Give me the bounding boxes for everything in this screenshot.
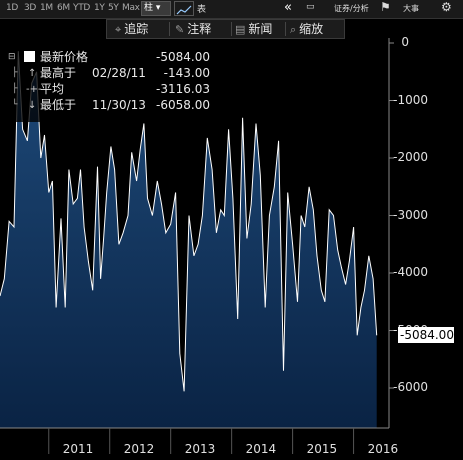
y-tick-label: -1000 bbox=[393, 92, 428, 107]
high-label: 最高于 bbox=[40, 66, 77, 80]
legend-row-average: ├ -+- 平均 -3116.03 bbox=[8, 82, 212, 97]
legend-row-high: ├ ↑ 最高于 02/28/11 -143.00 bbox=[8, 66, 212, 81]
high-marker-icon: ↑ bbox=[28, 68, 37, 79]
x-tick-label: 2014 bbox=[245, 442, 277, 456]
average-label: 平均 bbox=[40, 82, 65, 96]
low-label: 最低于 bbox=[40, 98, 77, 112]
low-date: 11/30/13 bbox=[92, 98, 146, 112]
y-tick-label: -2000 bbox=[393, 150, 428, 164]
tree-connector-icon: ├ bbox=[12, 68, 18, 78]
y-tick-label: -3000 bbox=[393, 207, 428, 222]
legend-row-last: ⊟ 最新价格 -5084.00 bbox=[8, 50, 212, 65]
average-value: -3116.03 bbox=[156, 82, 210, 96]
legend-row-low: └ ↓ 最低于 11/30/13 -6058.00 bbox=[8, 98, 212, 113]
last-value-tag: -5084.00 bbox=[398, 327, 454, 343]
series-swatch bbox=[24, 51, 35, 62]
last-price-label: 最新价格 bbox=[40, 50, 89, 64]
x-tick-label: 2012 bbox=[123, 442, 155, 456]
tree-connector-icon: └ bbox=[12, 100, 18, 110]
x-tick-label: 2013 bbox=[184, 442, 216, 456]
tree-connector-icon: ├ bbox=[12, 84, 18, 94]
last-price-value: -5084.00 bbox=[156, 50, 210, 64]
high-date: 02/28/11 bbox=[92, 66, 146, 80]
low-marker-icon: ↓ bbox=[28, 100, 37, 111]
x-tick-label: 2015 bbox=[306, 442, 338, 456]
x-tick-label: 2011 bbox=[62, 442, 94, 456]
y-tick-label: -4000 bbox=[393, 265, 428, 279]
y-tick-label: 0 bbox=[401, 35, 409, 49]
low-value: -6058.00 bbox=[156, 98, 210, 112]
legend[interactable]: ⊟ 最新价格 -5084.00 ├ ↑ 最高于 02/28/11 -143.00… bbox=[8, 48, 212, 122]
y-tick-label: -6000 bbox=[393, 380, 428, 394]
chart-window: 1D 3D 1M 6M YTD 1Y 5Y Max 柱 ▾ 表 « ▭ 证券/分… bbox=[0, 0, 463, 460]
high-value: -143.00 bbox=[163, 66, 210, 80]
collapse-icon[interactable]: ⊟ bbox=[8, 50, 16, 65]
x-tick-label: 2016 bbox=[367, 442, 399, 456]
